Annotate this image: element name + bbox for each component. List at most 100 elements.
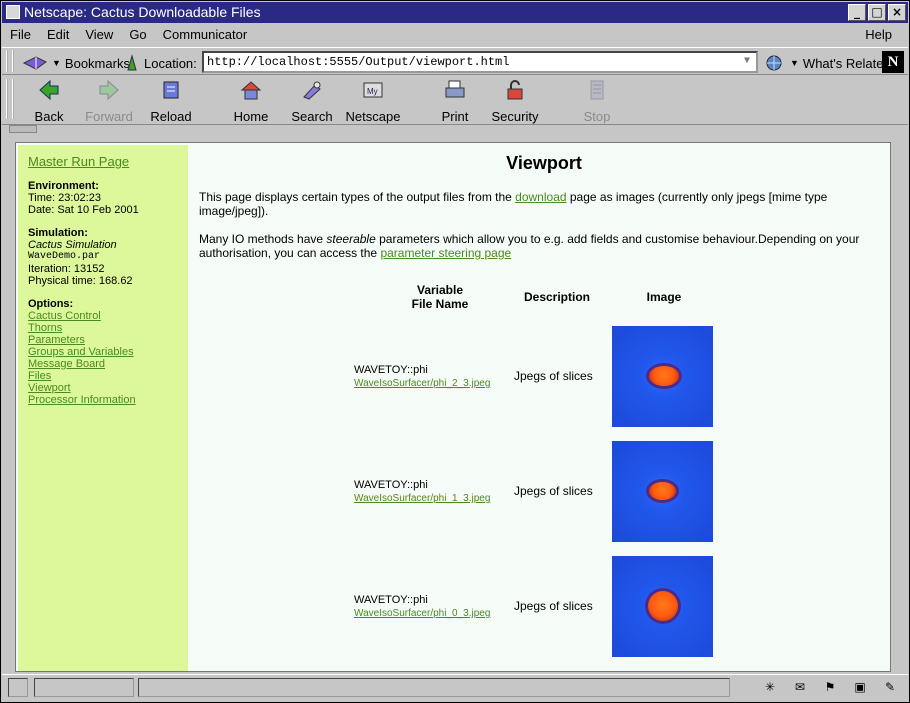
location-toolbar: ▼ Bookmarks Location: http://localhost:5… [2,47,908,75]
intro-paragraph: This page displays certain types of the … [199,190,874,218]
minimize-button[interactable]: _ [848,4,866,21]
globe-icon [766,55,782,71]
physical-time-text: Physical time: 168.62 [28,275,133,287]
page-title: Viewport [506,153,582,173]
option-link-parameters[interactable]: Parameters [28,334,178,346]
forward-button[interactable]: Forward [76,79,142,124]
reload-button[interactable]: Reload [138,79,204,124]
download-link[interactable]: download [515,190,566,204]
location-label: Location: [144,55,197,71]
column-header-image: Image [646,290,682,304]
edit-icon[interactable]: ✎ [880,679,900,695]
toolbar-grip[interactable] [6,79,14,119]
table-row: WAVETOY::phi WaveIsoSurfacer/phi_2_3.jpe… [199,326,889,427]
whats-related-button[interactable]: ▼ What's Related [764,54,891,72]
menu-bar: File Edit View Go Communicator Help [2,23,908,45]
steerable-emphasis: steerable [326,232,376,246]
menu-communicator[interactable]: Communicator [155,27,256,42]
date-text: Date: Sat 10 Feb 2001 [28,204,139,216]
slice-image[interactable] [612,326,713,427]
maximize-button[interactable]: □ [868,4,886,21]
stop-button[interactable]: Stop [564,79,630,124]
browser-window: Netscape: Cactus Downloadable Files _ □ … [0,0,910,703]
composer-icon[interactable]: ▣ [850,679,870,695]
menu-help[interactable]: Help [857,27,900,42]
environment-heading: Environment: [28,180,99,192]
url-text: http://localhost:5555/Output/viewport.ht… [207,55,510,69]
option-link-thorns[interactable]: Thorns [28,322,178,334]
page-proxy-icon[interactable] [124,54,140,72]
slice-image[interactable] [612,556,713,657]
navigator-icon[interactable]: ✳ [760,679,780,695]
slice-image[interactable] [612,441,713,542]
menu-file[interactable]: File [2,27,39,42]
back-arrow-icon [39,79,59,101]
menu-edit[interactable]: Edit [39,27,77,42]
simulation-heading: Simulation: [28,227,88,239]
bookmarks-icon [22,56,47,70]
isosurface-blob [648,591,678,621]
whats-related-label: What's Related [802,55,891,71]
print-label: Print [441,109,469,124]
isosurface-blob [649,482,676,500]
security-status-icon[interactable] [8,678,28,697]
parameter-steering-link[interactable]: parameter steering page [380,246,511,260]
url-history-dropdown-icon[interactable]: ▼ [740,55,754,69]
home-label: Home [233,109,269,124]
status-text-field [138,678,730,697]
master-run-page-link[interactable]: Master Run Page [28,154,178,170]
collapsed-toolbar-tab[interactable] [9,125,37,133]
isosurface-blob [649,366,679,386]
sidebar: Master Run Page Environment: Time: 23:02… [18,145,188,671]
file-link[interactable]: WaveIsoSurfacer/phi_1_3.jpeg [354,493,490,504]
status-bar: ✳ ✉ ⚑ ▣ ✎ [2,674,908,701]
file-link[interactable]: WaveIsoSurfacer/phi_2_3.jpeg [354,378,490,389]
reload-icon [163,81,179,99]
netscape-logo[interactable]: N [882,51,904,73]
svg-text:My: My [367,87,378,96]
menu-view[interactable]: View [77,27,121,42]
option-link-cactus-control[interactable]: Cactus Control [28,310,178,322]
back-button[interactable]: Back [16,79,82,124]
variable-name: WAVETOY::phi [354,479,428,491]
bookmarks-button[interactable]: ▼ Bookmarks [22,54,130,72]
variable-cell: WAVETOY::phi WaveIsoSurfacer/phi_0_3.jpe… [354,594,490,620]
window-menu-icon[interactable] [6,5,20,19]
option-link-groups-and-variables[interactable]: Groups and Variables [28,346,178,358]
main-content: Viewport This page displays certain type… [199,143,889,671]
progress-field [34,678,134,697]
close-button[interactable]: × [888,4,906,21]
column-header-variable: Variable File Name [395,283,485,311]
option-link-viewport[interactable]: Viewport [28,382,178,394]
url-input[interactable]: http://localhost:5555/Output/viewport.ht… [202,51,758,73]
table-row: WAVETOY::phi WaveIsoSurfacer/phi_0_3.jpe… [199,556,889,657]
vertical-scrollbar[interactable]: ▲ ▼ [890,143,891,672]
security-button[interactable]: Security [482,79,548,124]
iteration-text: Iteration: 13152 [28,263,105,275]
option-link-files[interactable]: Files [28,370,178,382]
reload-label: Reload [150,109,192,124]
menu-go[interactable]: Go [121,27,154,42]
column-header-variable-line1: Variable [416,283,464,297]
bookmarks-label: Bookmarks [64,55,130,71]
option-link-message-board[interactable]: Message Board [28,358,178,370]
dropdown-arrow-icon: ▼ [52,58,61,68]
variable-cell: WAVETOY::phi WaveIsoSurfacer/phi_2_3.jpe… [354,364,490,390]
toolbar-grip[interactable] [6,50,14,72]
print-button[interactable]: Print [422,79,488,124]
description-cell: Jpegs of slices [514,369,593,383]
forward-label: Forward [85,109,133,124]
netscape-button[interactable]: My Netscape [340,79,406,124]
description-cell: Jpegs of slices [514,484,593,498]
location-label-group: Location: [124,54,197,72]
file-link[interactable]: WaveIsoSurfacer/phi_0_3.jpeg [354,608,490,619]
discussions-icon[interactable]: ⚑ [820,679,840,695]
search-icon [303,81,321,100]
option-link-processor-information[interactable]: Processor Information [28,394,178,406]
home-button[interactable]: Home [218,79,284,124]
printer-icon [445,80,465,98]
page-viewport: Master Run Page Environment: Time: 23:02… [15,142,891,672]
search-button[interactable]: Search [279,79,345,124]
mail-icon[interactable]: ✉ [790,679,810,695]
back-label: Back [34,109,64,124]
